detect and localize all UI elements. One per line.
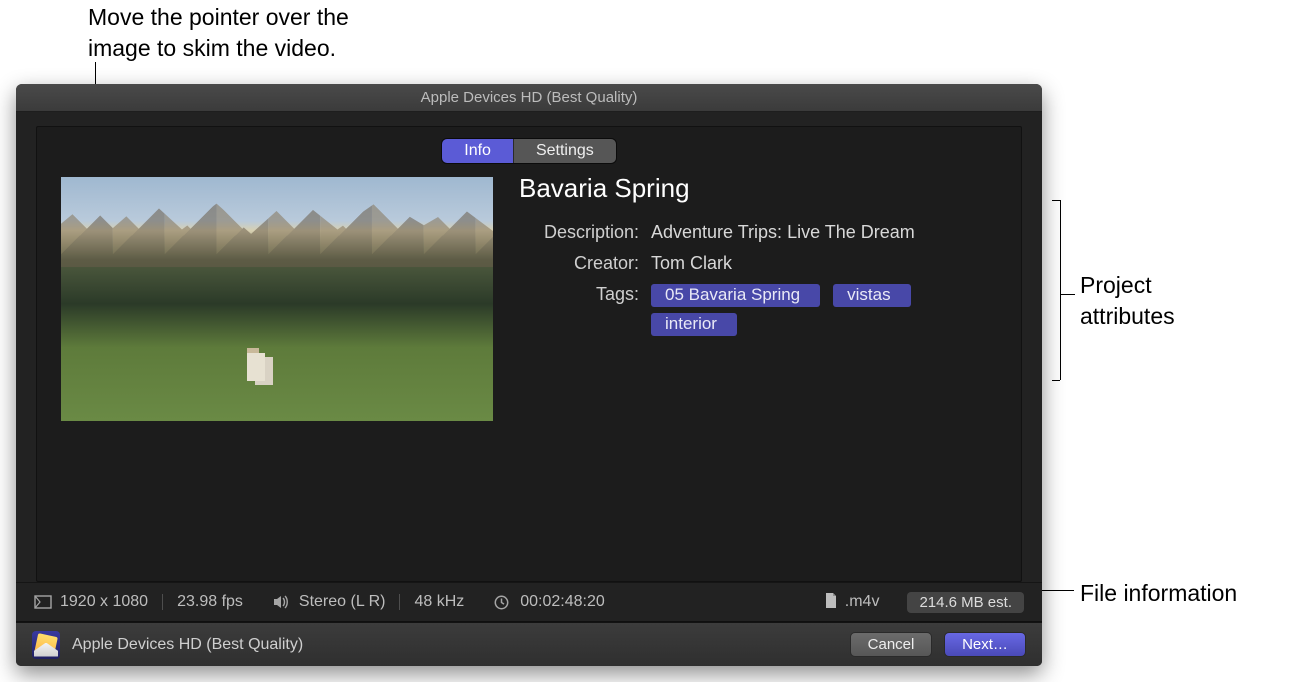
label-tags: Tags: (519, 284, 639, 305)
leader-line (1052, 380, 1060, 381)
leader-line (1052, 200, 1060, 201)
tag-chip[interactable]: interior (651, 313, 737, 336)
creator-field[interactable]: Tom Clark (651, 253, 997, 274)
resolution-value: 1920 x 1080 (60, 593, 148, 611)
audio-icon (273, 595, 291, 609)
clock-icon (494, 595, 512, 609)
dimensions-icon (34, 595, 52, 609)
callout-project-attributes: Project attributes (1080, 270, 1175, 332)
tab-segmented-control: Info Settings (442, 139, 616, 163)
share-dialog-window: Apple Devices HD (Best Quality) Info Set… (16, 84, 1042, 666)
tag-chip[interactable]: 05 Bavaria Spring (651, 284, 820, 307)
document-icon (825, 593, 837, 611)
file-extension: .m4v (845, 593, 880, 611)
cancel-button[interactable]: Cancel (850, 632, 932, 657)
project-title: Bavaria Spring (519, 173, 997, 204)
dialog-footer: Apple Devices HD (Best Quality) Cancel N… (16, 622, 1042, 666)
sample-rate-value: 48 kHz (414, 593, 464, 611)
inner-panel: Info Settings Bavaria Spring Description… (36, 126, 1022, 582)
body-row: Bavaria Spring Description: Adventure Tr… (61, 177, 997, 421)
file-info-bar: 1920 x 1080 23.98 fps Stereo (L R) 48 kH… (16, 582, 1042, 622)
callout-file-information: File information (1080, 578, 1237, 609)
destination-icon (32, 631, 60, 659)
label-creator: Creator: (519, 253, 639, 274)
destination-label: Apple Devices HD (Best Quality) (72, 636, 303, 654)
leader-line (1061, 294, 1075, 295)
description-field[interactable]: Adventure Trips: Live The Dream (651, 222, 997, 243)
fps-value: 23.98 fps (177, 593, 243, 611)
attr-row-description: Description: Adventure Trips: Live The D… (519, 222, 997, 243)
content-area: Info Settings Bavaria Spring Description… (16, 112, 1042, 582)
duration-value: 00:02:48:20 (520, 593, 605, 611)
tab-settings[interactable]: Settings (513, 139, 616, 163)
tags-field[interactable]: 05 Bavaria Spring vistas interior (651, 284, 997, 342)
tag-chip[interactable]: vistas (833, 284, 910, 307)
tab-bar: Info Settings (61, 139, 997, 163)
attr-row-creator: Creator: Tom Clark (519, 253, 997, 274)
separator (399, 594, 400, 610)
video-preview-thumbnail[interactable] (61, 177, 493, 421)
leader-line (1060, 200, 1061, 380)
callout-skim-video: Move the pointer over the image to skim … (88, 2, 408, 64)
tab-info[interactable]: Info (442, 139, 513, 163)
label-description: Description: (519, 222, 639, 243)
separator (162, 594, 163, 610)
file-size-badge: 214.6 MB est. (907, 592, 1024, 613)
project-attributes-panel: Bavaria Spring Description: Adventure Tr… (519, 177, 997, 421)
attr-row-tags: Tags: 05 Bavaria Spring vistas interior (519, 284, 997, 342)
next-button[interactable]: Next… (944, 632, 1026, 657)
window-title: Apple Devices HD (Best Quality) (16, 84, 1042, 112)
audio-value: Stereo (L R) (299, 593, 386, 611)
